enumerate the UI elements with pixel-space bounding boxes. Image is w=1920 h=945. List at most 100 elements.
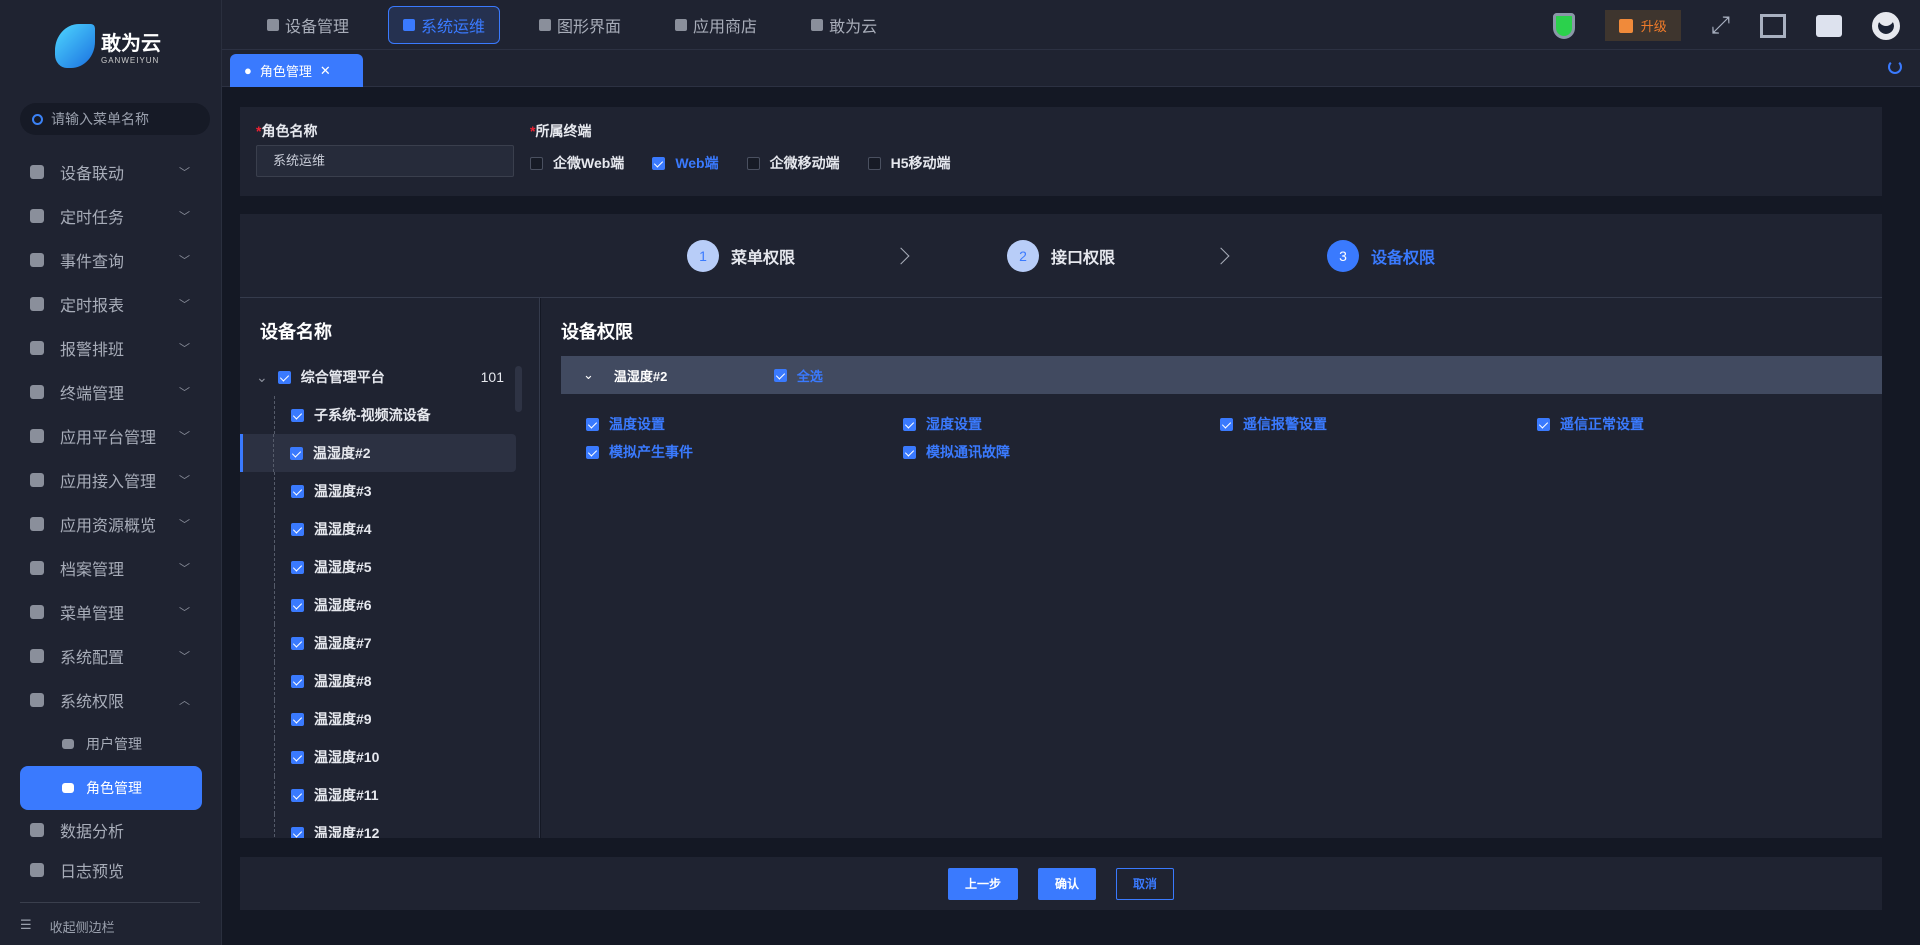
checkbox[interactable] [291, 560, 304, 574]
theme-shirt-icon[interactable] [1816, 14, 1842, 37]
step[interactable]: 2 接口权限 [1006, 239, 1115, 272]
checkbox[interactable] [746, 156, 760, 170]
checkbox[interactable] [291, 750, 304, 764]
sidebar-item[interactable]: 定时报表 ﹀ [0, 282, 222, 326]
checkbox[interactable] [291, 598, 304, 612]
menu-icon [30, 297, 44, 311]
role-form: *角色名称 系统运维 *所属终端 企微Web端 Web端 企微移动端 H5移动端 [240, 107, 1882, 196]
checkbox[interactable] [291, 484, 304, 498]
tree-node[interactable]: 温湿度#11 [256, 776, 516, 814]
sidebar-item[interactable]: 终端管理 ﹀ [0, 370, 222, 414]
checkbox[interactable] [277, 370, 291, 384]
sidebar-item[interactable]: 设备联动 ﹀ [0, 150, 222, 194]
sidebar-item-label: 应用接入管理 [60, 474, 157, 491]
tree-node[interactable]: 温湿度#9 [256, 700, 516, 738]
page-tab-role-management[interactable]: ● 角色管理 ✕ [230, 54, 363, 87]
checkbox[interactable] [903, 445, 916, 459]
sidebar-item[interactable]: 系统权限 ︿ [0, 678, 222, 722]
top-tab[interactable]: 设备管理 [252, 6, 364, 44]
top-tab[interactable]: 敢为云 [796, 6, 892, 44]
tree-node[interactable]: 温湿度#4 [256, 510, 516, 548]
checkbox[interactable] [291, 522, 304, 536]
permission-checkbox[interactable]: 遥信正常设置 [1537, 414, 1854, 434]
sidebar-item[interactable]: 应用资源概览 ﹀ [0, 502, 222, 546]
checkbox[interactable] [290, 446, 303, 460]
checkbox[interactable] [291, 674, 304, 688]
sidebar-item[interactable]: 系统配置 ﹀ [0, 634, 222, 678]
prev-button[interactable]: 上一步 [947, 867, 1018, 900]
terminal-checkbox[interactable]: 企微移动端 [746, 153, 840, 173]
top-tab[interactable]: 应用商店 [660, 6, 772, 44]
select-all-checkbox[interactable] [773, 368, 787, 382]
permission-checkbox[interactable]: 遥信报警设置 [1220, 414, 1537, 434]
tree-node[interactable]: 温湿度#2 [240, 434, 516, 472]
sidebar-item[interactable]: 日志预览 [0, 850, 222, 890]
role-name-input[interactable]: 系统运维 [256, 145, 514, 177]
chevron-down-icon[interactable]: ⌄ [256, 369, 268, 386]
checkbox[interactable] [291, 712, 304, 726]
close-icon[interactable]: ✕ [320, 63, 331, 79]
refresh-icon[interactable] [1888, 60, 1902, 74]
sidebar-item[interactable]: 菜单管理 ﹀ [0, 590, 222, 634]
checkbox[interactable] [291, 788, 304, 802]
sidebar-item[interactable]: 定时任务 ﹀ [0, 194, 222, 238]
terminal-checkbox[interactable]: Web端 [652, 153, 719, 173]
menu-icon [30, 561, 44, 575]
permission-checkbox[interactable]: 模拟通讯故障 [903, 442, 1220, 462]
cancel-button[interactable]: 取消 [1116, 867, 1175, 900]
sidebar-item[interactable]: 档案管理 ﹀ [0, 546, 222, 590]
sidebar-item[interactable]: 应用接入管理 ﹀ [0, 458, 222, 502]
tree-node-label: 温湿度#9 [314, 711, 372, 727]
top-tab[interactable]: 图形界面 [524, 6, 636, 44]
checkbox[interactable] [903, 417, 916, 431]
permission-checkbox[interactable]: 模拟产生事件 [586, 442, 903, 462]
permission-label: 湿度设置 [926, 416, 982, 432]
sidebar-item[interactable]: 报警排班 ﹀ [0, 326, 222, 370]
chevron-down-icon[interactable]: ⌄ [583, 367, 594, 383]
step[interactable]: 1 菜单权限 [686, 239, 795, 272]
sidebar-item-label: 报警排班 [60, 342, 125, 359]
upgrade-button[interactable]: 升级 [1604, 10, 1681, 41]
checkbox[interactable] [291, 636, 304, 650]
menu-search-input[interactable]: 请输入菜单名称 [20, 103, 210, 135]
sidebar-subitem[interactable]: 用户管理 [0, 722, 222, 766]
tree-node[interactable]: 温湿度#6 [256, 586, 516, 624]
scrollbar[interactable] [515, 366, 522, 412]
tree-node[interactable]: 温湿度#10 [256, 738, 516, 776]
tree-node[interactable]: 温湿度#7 [256, 624, 516, 662]
checkbox[interactable] [586, 417, 599, 431]
permission-checkbox[interactable]: 湿度设置 [903, 414, 1220, 434]
tree-node[interactable]: 温湿度#5 [256, 548, 516, 586]
checkbox[interactable] [586, 445, 599, 459]
checkbox[interactable] [291, 826, 304, 838]
tree-node[interactable]: 温湿度#12 [256, 814, 516, 838]
step[interactable]: 3 设备权限 [1327, 239, 1435, 272]
avatar[interactable] [1872, 11, 1900, 40]
fullscreen-icon[interactable]: ⤢ [1711, 12, 1730, 40]
checkbox[interactable] [291, 408, 304, 422]
confirm-button[interactable]: 确认 [1037, 867, 1096, 900]
top-tab[interactable]: 系统运维 [388, 5, 501, 44]
sidebar-item[interactable]: 应用平台管理 ﹀ [0, 414, 222, 458]
collapse-sidebar-button[interactable]: ☰ 收起侧边栏 [20, 902, 200, 936]
sidebar-item[interactable]: 事件查询 ﹀ [0, 238, 222, 282]
tree-node[interactable]: 温湿度#8 [256, 662, 516, 700]
terminal-checkbox[interactable]: H5移动端 [867, 153, 951, 173]
tree-node[interactable]: 温湿度#3 [256, 472, 516, 510]
checkbox[interactable] [1537, 417, 1550, 431]
permission-checkbox[interactable]: 温度设置 [586, 414, 903, 434]
tree-node-label: 温湿度#2 [313, 445, 371, 461]
checkbox[interactable] [867, 156, 881, 170]
sidebar-subitem[interactable]: 角色管理 [20, 766, 202, 810]
tree-root[interactable]: ⌄ 综合管理平台 101 [256, 358, 516, 396]
sidebar-item[interactable]: 数据分析 [0, 810, 222, 850]
checkbox[interactable] [530, 156, 543, 170]
screen-frame-icon[interactable] [1760, 13, 1786, 38]
checkbox[interactable] [652, 156, 666, 170]
checkbox[interactable] [1220, 417, 1233, 431]
security-shield-icon[interactable] [1552, 12, 1575, 39]
collapse-icon: ☰ [20, 917, 32, 932]
permission-group-header[interactable]: ⌄ 温湿度#2 全选 [561, 356, 1882, 394]
tree-node[interactable]: 子系统-视频流设备 [256, 396, 516, 434]
terminal-checkbox[interactable]: 企微Web端 [530, 153, 624, 173]
